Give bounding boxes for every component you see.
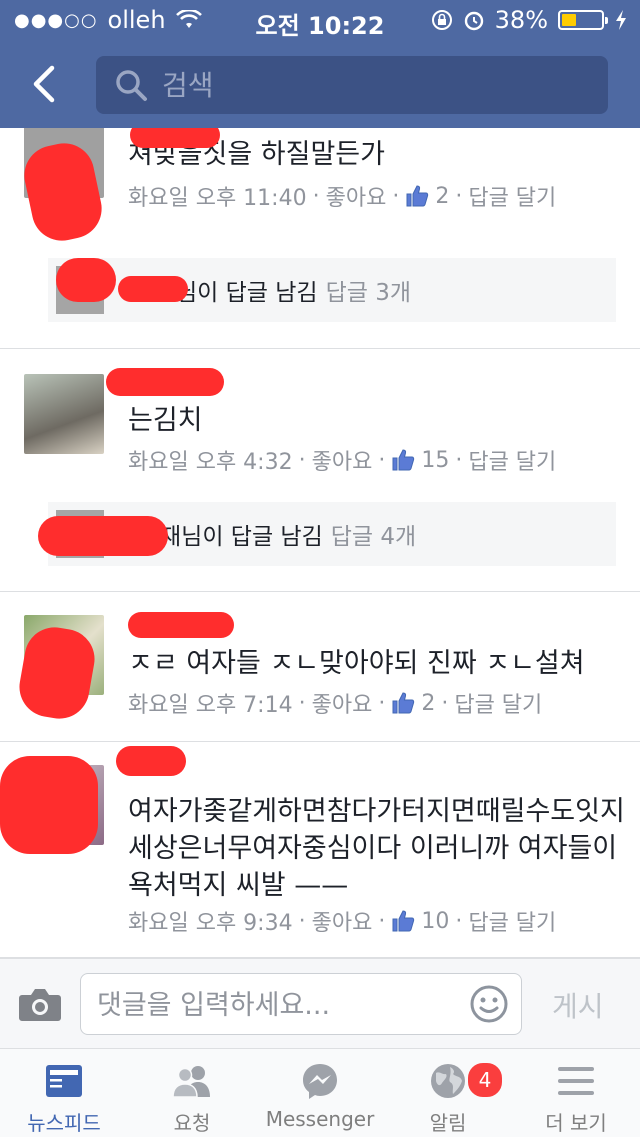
comment-item: 쳐맞을짓을 하질말든가 화요일 오후 11:40 · 좋아요 · 2 · 답글 … bbox=[0, 128, 640, 349]
reply-link[interactable]: 답글 달기 bbox=[468, 905, 556, 937]
redaction-mark bbox=[56, 258, 116, 302]
reply-count: 답글 3개 bbox=[325, 280, 412, 306]
separator: · bbox=[312, 183, 320, 209]
separator: · bbox=[378, 447, 386, 473]
comment-meta: 화요일 오후 9:34 · 좋아요 · 10 · 답글 달기 bbox=[128, 905, 556, 937]
tab-news-feed[interactable]: 뉴스피드 bbox=[0, 1049, 128, 1137]
tab-label: Messenger bbox=[265, 1107, 375, 1131]
post-button[interactable]: 게시 bbox=[552, 985, 604, 1025]
search-icon bbox=[116, 70, 147, 101]
nav-bar bbox=[0, 40, 640, 128]
menu-icon bbox=[558, 1067, 594, 1095]
redaction-mark bbox=[0, 756, 98, 854]
comment-time: 화요일 오후 7:14 bbox=[128, 693, 293, 718]
reply-link[interactable]: 답글 달기 bbox=[468, 180, 556, 212]
reply-summary-text: 님이 답글 남김 bbox=[176, 280, 318, 306]
separator: · bbox=[455, 908, 463, 934]
battery-level bbox=[562, 14, 576, 26]
thumbs-up-icon bbox=[392, 910, 415, 932]
alarm-icon bbox=[464, 11, 483, 31]
comment-text: ㅈㄹ 여자들 ㅈㄴ맞아야되 진짜 ㅈㄴ설쳐 bbox=[128, 648, 585, 679]
comment-meta: 화요일 오후 4:32 · 좋아요 · 15 · 답글 달기 bbox=[128, 444, 556, 476]
redaction-mark bbox=[116, 746, 186, 776]
messenger-icon bbox=[303, 1064, 337, 1099]
redaction-mark bbox=[106, 368, 224, 396]
friend-requests-icon bbox=[172, 1066, 210, 1098]
tab-label: 뉴스피드 bbox=[27, 1111, 101, 1135]
separator: · bbox=[378, 908, 386, 934]
comment-text: 여자가좆같게하면참다가터지면때릴수도잇지 세상은너무여자중심이다 이러니까 여자… bbox=[128, 796, 625, 901]
comment-input[interactable] bbox=[95, 986, 449, 1024]
tab-messenger[interactable]: Messenger bbox=[256, 1049, 384, 1137]
separator: · bbox=[455, 183, 463, 209]
thumbs-up-icon bbox=[392, 449, 415, 471]
tab-label: 더 보기 bbox=[545, 1111, 607, 1135]
like-link[interactable]: 좋아요 bbox=[312, 444, 373, 476]
comment-meta: 화요일 오후 11:40 · 좋아요 · 2 · 답글 달기 bbox=[128, 180, 556, 212]
comment-item: ㅈㄹ 여자들 ㅈㄴ맞아야되 진짜 ㅈㄴ설쳐 화요일 오후 7:14 · 좋아요 … bbox=[0, 591, 640, 742]
comment-list: 쳐맞을짓을 하질말든가 화요일 오후 11:40 · 좋아요 · 2 · 답글 … bbox=[0, 128, 640, 958]
top-bar: ●●●○○ olleh 오전 10:22 38% bbox=[0, 0, 640, 128]
tab-more[interactable]: 더 보기 bbox=[512, 1049, 640, 1137]
rotation-lock-icon bbox=[431, 10, 452, 30]
status-right: 38% bbox=[431, 6, 628, 34]
camera-icon[interactable] bbox=[18, 985, 62, 1023]
like-count: 2 bbox=[421, 690, 436, 716]
separator: · bbox=[441, 690, 449, 716]
comment-time: 화요일 오후 4:32 bbox=[128, 450, 293, 475]
like-link[interactable]: 좋아요 bbox=[312, 687, 373, 719]
back-chevron-icon[interactable] bbox=[24, 62, 68, 106]
redaction-mark bbox=[118, 276, 188, 302]
search-bar[interactable] bbox=[96, 56, 608, 114]
comment-time: 화요일 오후 9:34 bbox=[128, 911, 293, 936]
like-link[interactable]: 좋아요 bbox=[326, 180, 387, 212]
reply-summary-text: 재님이 답글 남김 bbox=[160, 524, 323, 550]
battery-percent: 38% bbox=[494, 6, 548, 34]
search-input[interactable] bbox=[160, 67, 584, 103]
comment-time: 화요일 오후 11:40 bbox=[128, 186, 307, 211]
reply-link[interactable]: 답글 달기 bbox=[468, 444, 556, 476]
comment-text: 는김치 bbox=[128, 405, 203, 436]
thumbs-up-icon bbox=[392, 692, 415, 714]
comment-composer: 게시 bbox=[0, 958, 640, 1049]
globe-icon bbox=[431, 1064, 465, 1098]
avatar[interactable] bbox=[24, 374, 104, 454]
charging-icon bbox=[616, 10, 626, 30]
reply-link[interactable]: 답글 달기 bbox=[454, 687, 542, 719]
separator: · bbox=[298, 690, 306, 716]
comment-meta: 화요일 오후 7:14 · 좋아요 · 2 · 답글 달기 bbox=[128, 687, 542, 719]
redaction-mark bbox=[130, 128, 220, 148]
like-link[interactable]: 좋아요 bbox=[312, 905, 373, 937]
comment-input-box[interactable] bbox=[80, 973, 522, 1035]
tab-bar: 뉴스피드 요청 Messenger 알림 4 더 보기 bbox=[0, 1048, 640, 1137]
like-count: 2 bbox=[435, 183, 450, 209]
redaction-mark bbox=[38, 516, 168, 556]
notification-badge: 4 bbox=[466, 1061, 504, 1099]
status-bar: ●●●○○ olleh 오전 10:22 38% bbox=[0, 0, 640, 40]
separator: · bbox=[298, 447, 306, 473]
tab-label: 요청 bbox=[173, 1111, 211, 1135]
tab-requests[interactable]: 요청 bbox=[128, 1049, 256, 1137]
battery-icon bbox=[558, 10, 608, 30]
smiley-icon[interactable] bbox=[469, 984, 509, 1024]
reply-count: 답글 4개 bbox=[330, 524, 417, 550]
like-count: 10 bbox=[421, 908, 450, 934]
redaction-mark bbox=[128, 612, 234, 638]
thumbs-up-icon bbox=[406, 185, 429, 207]
separator: · bbox=[455, 447, 463, 473]
separator: · bbox=[378, 690, 386, 716]
news-feed-icon bbox=[46, 1065, 82, 1097]
separator: · bbox=[392, 183, 400, 209]
separator: · bbox=[298, 908, 306, 934]
comment-item: 여자가좆같게하면참다가터지면때릴수도잇지 세상은너무여자중심이다 이러니까 여자… bbox=[0, 741, 640, 958]
tab-label: 알림 bbox=[429, 1111, 467, 1135]
like-count: 15 bbox=[421, 447, 450, 473]
